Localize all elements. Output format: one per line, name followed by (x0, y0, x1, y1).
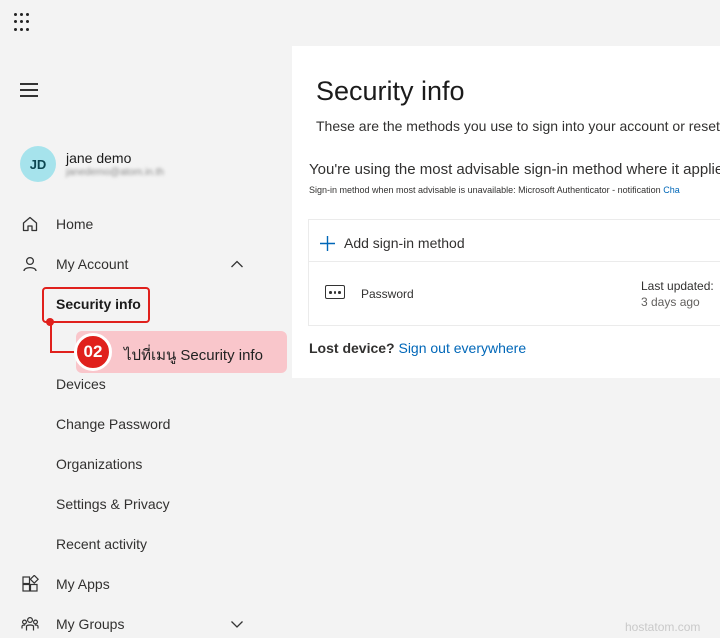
methods-card: Add sign-in method Password Last updated… (308, 219, 720, 326)
add-sign-in-method-button[interactable]: Add sign-in method (319, 232, 465, 254)
main-content: Security info These are the methods you … (292, 46, 720, 638)
person-icon (23, 256, 37, 272)
default-method-small-text: Sign-in method when most advisable is un… (309, 185, 680, 195)
sidebar-item-organizations[interactable]: Organizations (0, 444, 292, 484)
hamburger-menu-icon[interactable] (20, 83, 38, 97)
sidebar-item-home[interactable]: Home (0, 204, 292, 244)
divider (309, 261, 720, 262)
annotation-connector (50, 323, 76, 353)
page-title: Security info (316, 76, 465, 106)
plus-icon (320, 235, 335, 251)
sidebar-item-label: My Apps (56, 576, 110, 592)
sidebar-item-label: My Account (56, 256, 129, 272)
user-email: janedemo@atom.in.th (66, 167, 164, 178)
sidebar-item-label: Settings & Privacy (56, 496, 170, 512)
top-bar (0, 0, 720, 46)
sidebar-item-label: Change Password (56, 416, 171, 432)
default-method-text: You're using the most advisable sign-in … (309, 161, 720, 178)
sidebar-item-my-account[interactable]: My Account (0, 244, 292, 284)
sidebar-item-recent-activity[interactable]: Recent activity (0, 524, 292, 564)
last-updated-value: 3 days ago (641, 295, 700, 309)
apps-icon (22, 575, 39, 592)
user-name: jane demo (66, 150, 132, 166)
sidebar-item-label: Organizations (56, 456, 143, 472)
annotation-highlight-box (42, 287, 150, 323)
sign-out-everywhere-link[interactable]: Sign out everywhere (398, 340, 526, 356)
sidebar-item-change-password[interactable]: Change Password (0, 404, 292, 444)
home-icon (22, 216, 38, 232)
change-default-link[interactable]: Cha (663, 185, 680, 195)
password-dots-icon (325, 285, 345, 299)
lost-device-row: Lost device? Sign out everywhere (309, 340, 526, 356)
last-updated-label: Last updated: (641, 279, 714, 293)
add-sign-in-method-label: Add sign-in method (344, 235, 465, 251)
sidebar-item-my-groups[interactable]: My Groups (0, 604, 292, 638)
avatar[interactable]: JD (20, 146, 56, 182)
page-description: These are the methods you use to sign in… (316, 118, 720, 134)
groups-icon (21, 616, 39, 631)
content-background-band (292, 378, 720, 638)
waffle-icon[interactable] (14, 13, 34, 33)
chevron-down-icon[interactable] (229, 616, 245, 632)
chevron-up-icon[interactable] (229, 256, 245, 272)
sidebar-item-my-apps[interactable]: My Apps (0, 564, 292, 604)
default-method-small-label: Sign-in method when most advisable is un… (309, 185, 661, 195)
sidebar-item-settings-privacy[interactable]: Settings & Privacy (0, 484, 292, 524)
sidebar: JD jane demo janedemo@atom.in.th Home My… (0, 46, 292, 638)
method-name: Password (361, 287, 414, 301)
annotation-text: ไปที่เมนู Security info (124, 347, 263, 364)
lost-device-label: Lost device? (309, 340, 395, 356)
annotation-step-number: 02 (74, 333, 112, 371)
sidebar-item-label: Home (56, 216, 94, 232)
sidebar-item-label: Devices (56, 376, 106, 392)
annotation-dot (46, 318, 54, 326)
sidebar-item-label: My Groups (56, 616, 125, 632)
watermark: hostatom.com (625, 620, 701, 634)
sidebar-item-label: Recent activity (56, 536, 148, 552)
